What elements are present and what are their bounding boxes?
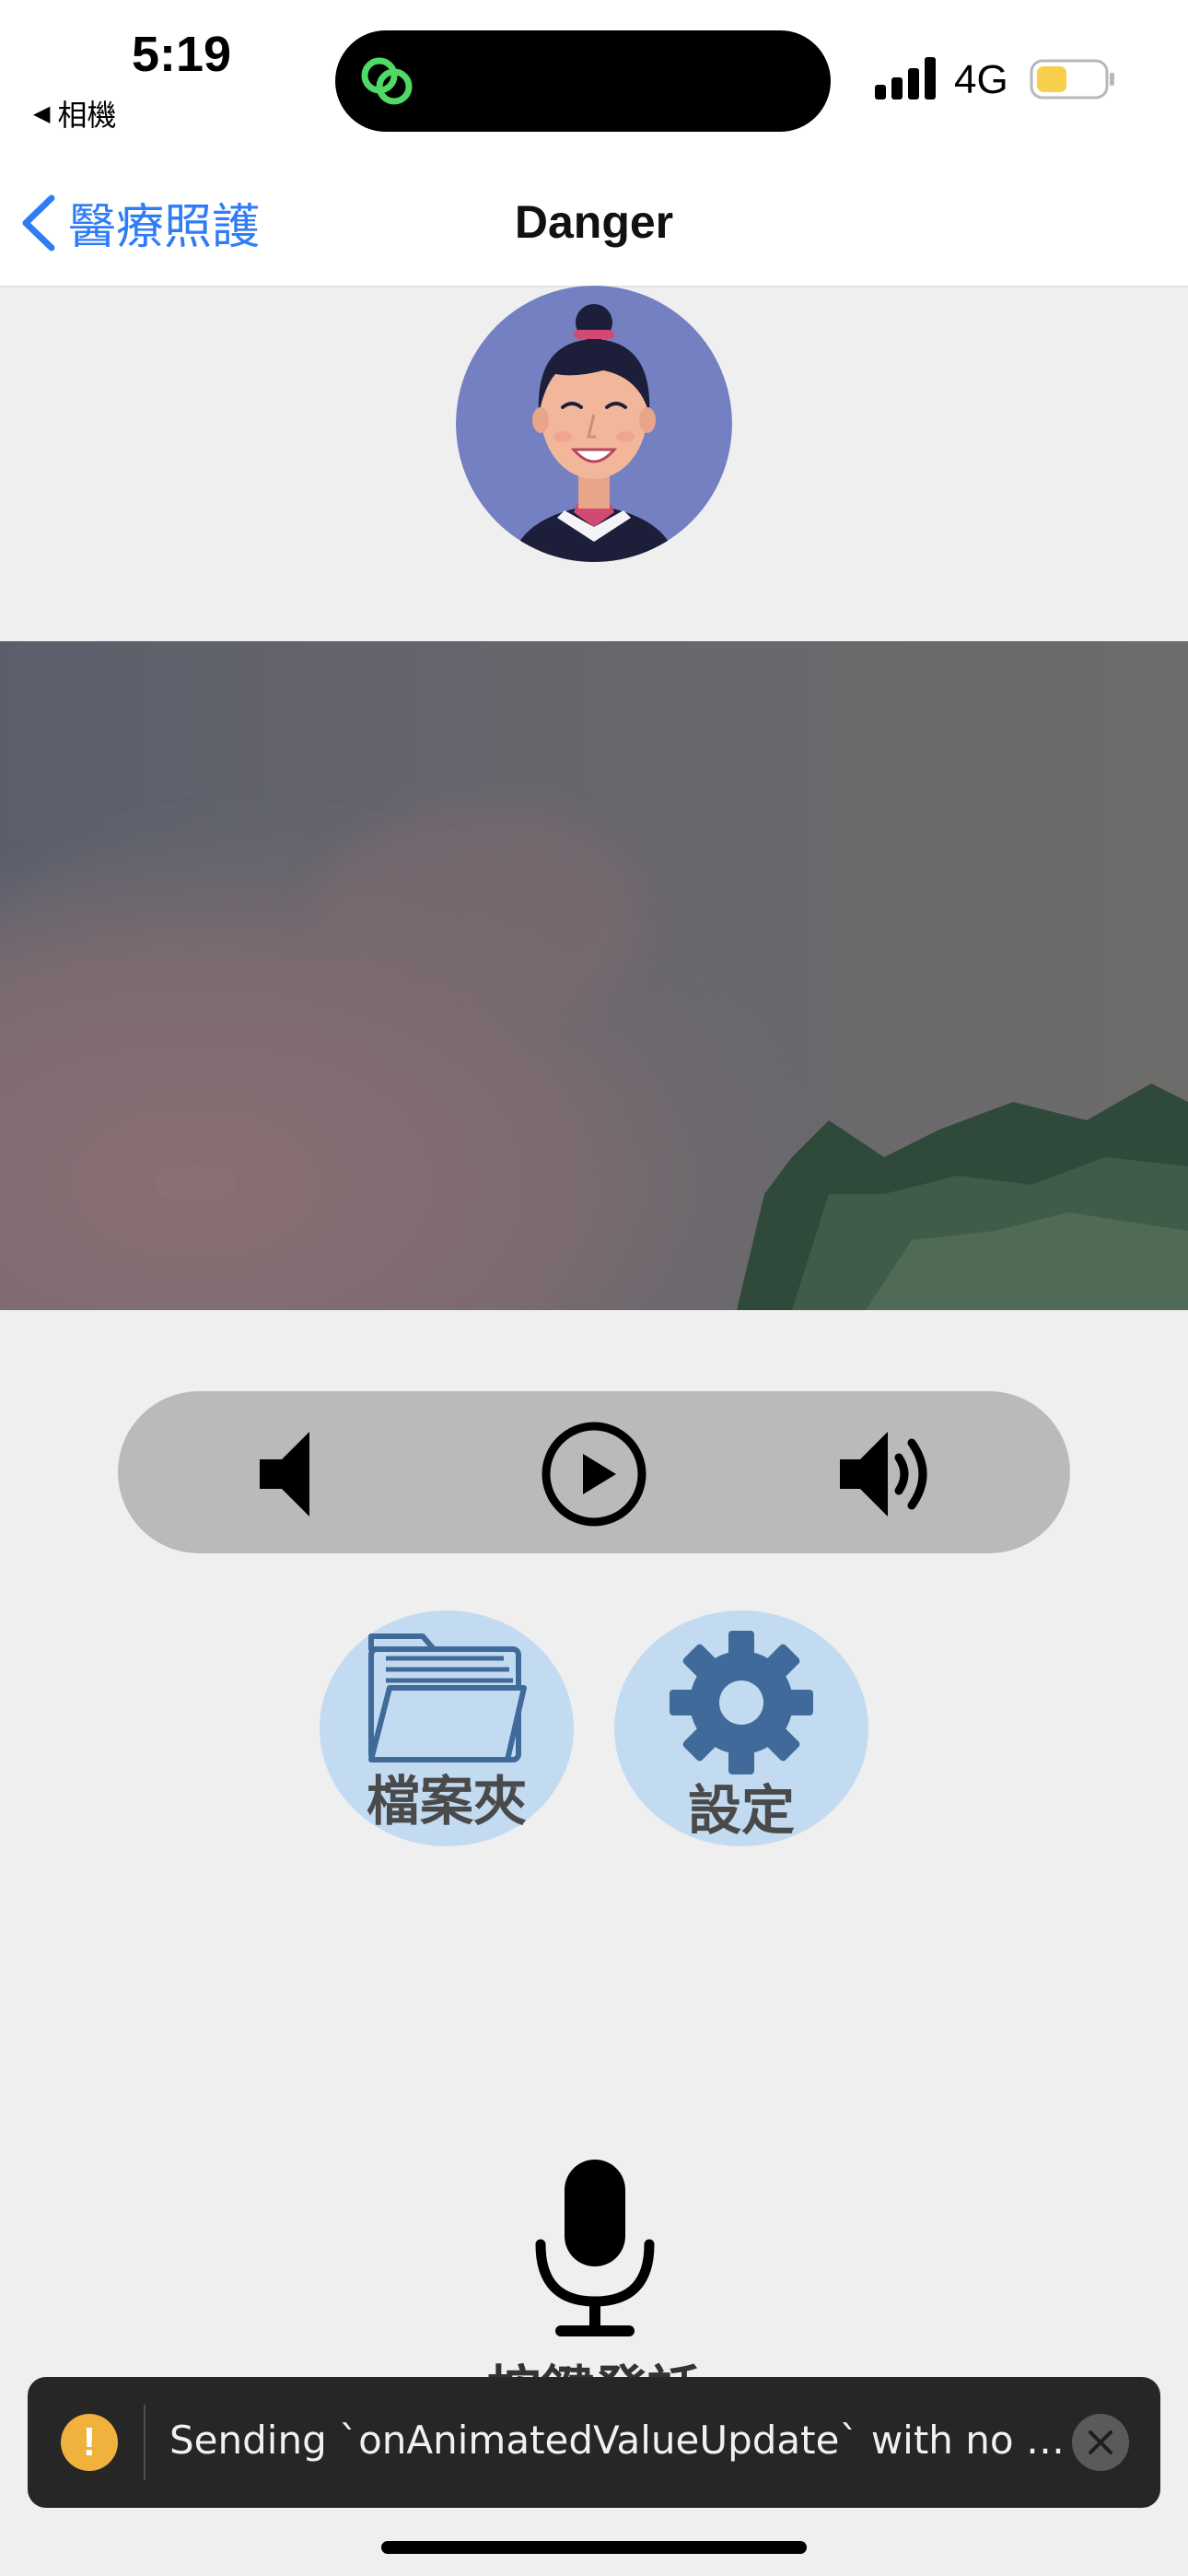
video-preview [0, 641, 1188, 1310]
page-title: Danger [514, 196, 674, 248]
cellular-signal-icon [875, 57, 936, 100]
gear-icon [670, 1631, 813, 1774]
folder-icon [368, 1633, 527, 1762]
push-to-talk-label: 按鍵發話 [405, 2348, 783, 2377]
settings-button[interactable]: 設定 [614, 1610, 868, 1846]
agent-avatar [456, 286, 732, 562]
toast-message: Sending `onAnimatedValueUpdate` with no … [169, 2418, 1072, 2463]
home-indicator[interactable] [381, 2541, 807, 2554]
play-icon[interactable] [539, 1419, 649, 1529]
network-type: 4G [954, 57, 1008, 102]
warning-icon: ! [61, 2414, 118, 2471]
status-time: 5:19 [132, 27, 232, 82]
playback-controls [118, 1391, 1070, 1553]
toast-divider [144, 2405, 146, 2480]
close-toast-button[interactable] [1072, 2414, 1129, 2471]
link-activity-icon [361, 57, 413, 105]
microphone-icon[interactable] [530, 2156, 660, 2340]
volume-down-icon[interactable] [241, 1419, 352, 1529]
volume-up-icon[interactable] [836, 1419, 947, 1529]
warning-toast[interactable]: ! Sending `onAnimatedValueUpdate` with n… [28, 2377, 1160, 2508]
battery-icon [1030, 59, 1114, 100]
settings-label: 設定 [687, 1779, 795, 1842]
folder-label: 檔案夾 [366, 1770, 527, 1832]
back-app-label: 相機 [57, 99, 117, 132]
close-icon [1089, 2430, 1112, 2454]
back-to-app-link[interactable]: ◀ 相機 [33, 92, 116, 135]
folder-button[interactable]: 檔案夾 [320, 1610, 574, 1846]
back-triangle-icon: ◀ [33, 100, 51, 126]
